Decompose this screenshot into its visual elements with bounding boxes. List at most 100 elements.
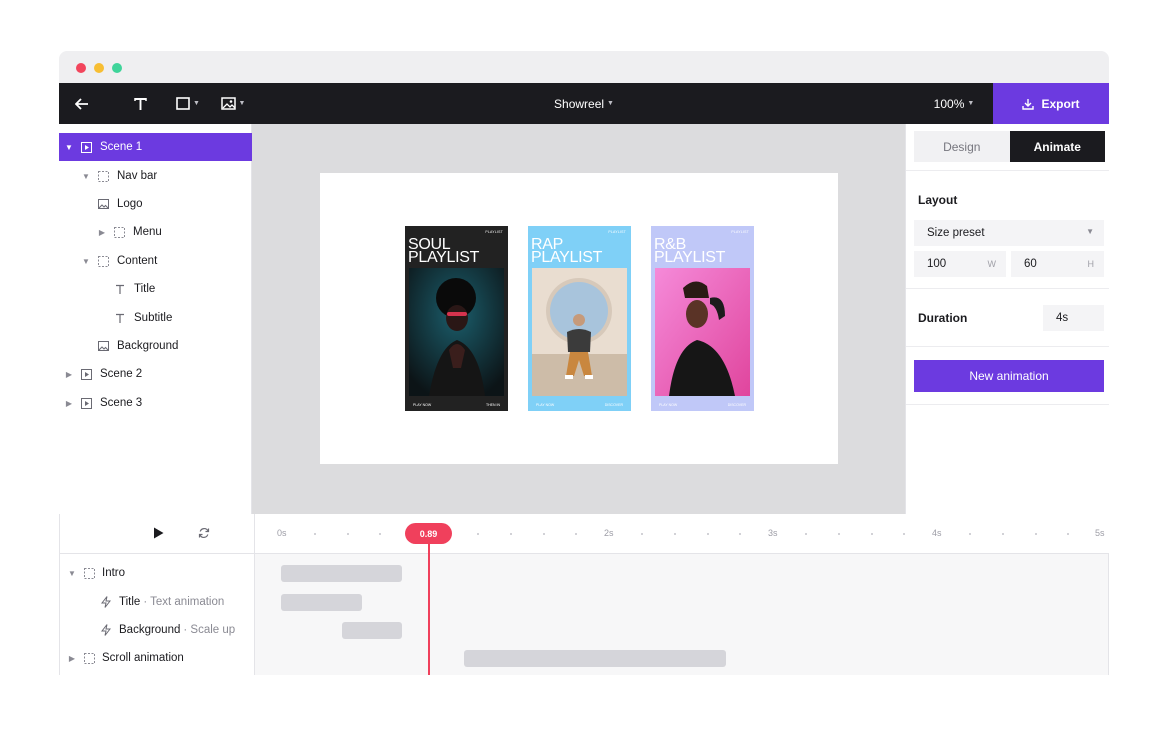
chevron-down-icon: ▼ (967, 100, 975, 107)
chevron-right-icon[interactable]: ▶ (64, 399, 74, 408)
document-title: Showreel (554, 96, 605, 111)
top-toolbar: ▼ ▼ Showreel ▼ 100% ▼ Export (59, 83, 1109, 124)
layer-title[interactable]: Title (59, 275, 253, 303)
panel-tabs: Design Animate (914, 131, 1105, 162)
layer-nav-bar[interactable]: ▼ Nav bar (59, 162, 253, 190)
chevron-down-icon[interactable]: ▼ (81, 257, 91, 266)
text-icon (114, 283, 126, 295)
playback-controls (60, 514, 256, 554)
chevron-down-icon[interactable]: ▼ (81, 172, 91, 181)
frame-icon (97, 255, 109, 267)
layer-content[interactable]: ▼ Content (59, 247, 253, 275)
export-label: Export (1041, 96, 1080, 111)
chevron-right-icon[interactable]: ▶ (64, 370, 74, 379)
text-icon (114, 312, 126, 324)
tick-dot (805, 533, 807, 535)
layer-label: Logo (117, 198, 143, 210)
artboard[interactable]: PLAYLIST SOUL PLAYLIST PLAY NOW THEN IN … (320, 173, 838, 464)
layer-label: Background (117, 340, 179, 352)
download-icon (1022, 98, 1035, 110)
properties-panel: Design Animate Layout Size preset ▼ 100 … (905, 124, 1109, 514)
divider (906, 346, 1109, 347)
card-foot-left: PLAY NOW (536, 403, 555, 407)
chevron-down-icon[interactable]: ▼ (64, 143, 74, 152)
track-background[interactable]: Background · Scale up (60, 616, 256, 644)
scene-icon (80, 141, 92, 153)
card-title: SOUL PLAYLIST (408, 237, 479, 266)
close-window-button[interactable] (76, 63, 86, 73)
lightning-icon (100, 624, 112, 636)
maximize-window-button[interactable] (112, 63, 122, 73)
layer-menu[interactable]: ▶ Menu (59, 218, 253, 246)
frame-icon (113, 226, 125, 238)
track-scroll-animation[interactable]: ▶ Scroll animation (60, 644, 256, 672)
timeline-ruler[interactable]: 0s 2s 3s 4s 5s (255, 514, 1109, 554)
frame-icon (97, 170, 109, 182)
playhead-handle[interactable]: 0.89 (405, 523, 452, 544)
height-value: 60 (1024, 258, 1037, 270)
chevron-right-icon[interactable]: ▶ (97, 228, 107, 237)
tick-dot (871, 533, 873, 535)
shape-tool-button[interactable]: ▼ (171, 83, 205, 124)
zoom-level: 100% (933, 96, 965, 111)
tick-dot (1067, 533, 1069, 535)
zoom-dropdown[interactable]: 100% ▼ (919, 83, 989, 124)
tick-dot (314, 533, 316, 535)
tab-animate[interactable]: Animate (1009, 131, 1105, 162)
layer-label: Scene 2 (100, 368, 143, 380)
loop-icon[interactable] (198, 527, 210, 542)
layer-logo[interactable]: Logo (59, 190, 253, 218)
document-title-dropdown[interactable]: Showreel ▼ (519, 83, 649, 124)
playlist-card-rap[interactable]: PLAYLIST RAP PLAYLIST PLAY NOW DISCOVER (528, 226, 631, 411)
text-tool-button[interactable] (127, 83, 153, 124)
duration-value: 4s (1056, 312, 1069, 324)
chevron-right-icon[interactable]: ▶ (67, 654, 77, 663)
playlist-card-rnb[interactable]: PLAYLIST R&B PLAYLIST PLAY NOW DISCOVER (651, 226, 754, 411)
layer-subtitle[interactable]: Subtitle (59, 304, 253, 332)
tick-dot (543, 533, 545, 535)
chevron-down-icon[interactable]: ▼ (67, 569, 77, 578)
layer-label: Subtitle (134, 312, 173, 324)
divider (906, 404, 1109, 405)
tick-dot (1035, 533, 1037, 535)
tick-dot (347, 533, 349, 535)
animation-bar-scroll[interactable] (464, 650, 726, 667)
track-label: Intro (102, 567, 126, 579)
track-title[interactable]: Title · Text animation (60, 588, 256, 616)
width-value: 100 (927, 258, 947, 270)
track-intro[interactable]: ▼ Intro (60, 559, 256, 587)
animation-bar-intro[interactable] (281, 565, 402, 582)
canvas-area[interactable]: PLAYLIST SOUL PLAYLIST PLAY NOW THEN IN … (252, 124, 905, 514)
tick-dot (477, 533, 479, 535)
playhead-line[interactable] (428, 544, 430, 675)
minimize-window-button[interactable] (94, 63, 104, 73)
height-unit: H (1087, 259, 1095, 269)
tab-design[interactable]: Design (914, 131, 1010, 162)
play-icon[interactable] (153, 527, 164, 542)
arrow-left-icon (75, 97, 88, 110)
size-preset-select[interactable]: Size preset ▼ (914, 220, 1104, 246)
new-animation-button[interactable]: New animation (914, 360, 1104, 392)
layer-background[interactable]: Background (59, 332, 253, 360)
track-label: Background (119, 624, 181, 636)
timeline-area[interactable]: 0s 2s 3s 4s 5s 0.89 (255, 514, 1109, 675)
back-button[interactable] (69, 83, 95, 124)
layer-scene-1[interactable]: ▼ Scene 1 (59, 133, 253, 161)
track-label: Title (119, 596, 141, 608)
layer-scene-3[interactable]: ▶ Scene 3 (59, 389, 253, 417)
layers-panel: ▼ Scene 1 ▼ Nav bar Logo ▶ Menu ▼ Conten… (59, 124, 253, 514)
tick-label: 0s (277, 528, 287, 538)
image-tool-button[interactable]: ▼ (216, 83, 250, 124)
layer-label: Title (134, 283, 156, 295)
height-input[interactable]: 60 H (1011, 251, 1104, 277)
card-top-label: PLAYLIST (731, 230, 749, 234)
duration-input[interactable]: 4s (1043, 305, 1104, 331)
tick-dot (674, 533, 676, 535)
width-input[interactable]: 100 W (914, 251, 1006, 277)
export-button[interactable]: Export (993, 83, 1109, 124)
card-photo (655, 268, 750, 396)
animation-bar-background[interactable] (342, 622, 402, 639)
animation-bar-title[interactable] (281, 594, 362, 611)
playlist-card-soul[interactable]: PLAYLIST SOUL PLAYLIST PLAY NOW THEN IN (405, 226, 508, 411)
layer-scene-2[interactable]: ▶ Scene 2 (59, 360, 253, 388)
